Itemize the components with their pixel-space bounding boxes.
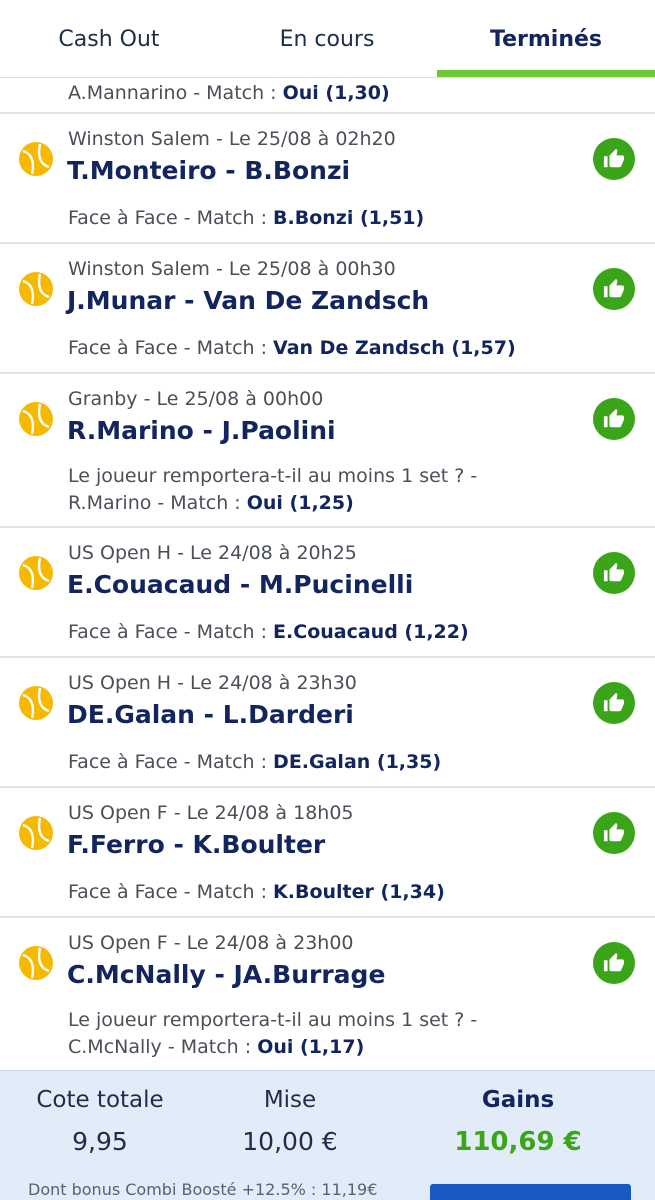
bonus-text: Dont bonus Combi Boosté +12.5% : 11,19€ — [28, 1180, 378, 1199]
bet-detail-prefix: A.Mannarino - Match : — [68, 82, 283, 104]
thumbs-up-icon — [593, 552, 635, 594]
thumbs-up-icon — [593, 138, 635, 180]
bet-detail: Face à Face - Match : E.Couacaud (1,22) — [68, 617, 469, 647]
bet-row[interactable]: US Open F - Le 24/08 à 18h05 F.Ferro - K.… — [0, 788, 655, 918]
bet-row[interactable]: US Open H - Le 24/08 à 20h25 E.Couacaud -… — [0, 528, 655, 658]
thumbs-up-icon — [593, 942, 635, 984]
thumbs-up-icon — [593, 398, 635, 440]
tab-cash-out[interactable]: Cash Out — [0, 0, 218, 78]
bet-selection: E.Couacaud (1,22) — [273, 621, 469, 643]
tennis-ball-icon — [19, 946, 53, 980]
bet-detail-prefix: C.McNally - Match : — [68, 1036, 258, 1058]
bet-selection: Oui (1,25) — [246, 492, 354, 514]
bet-row[interactable]: Winston Salem - Le 25/08 à 02h20 T.Montei… — [0, 114, 655, 244]
tennis-ball-icon — [19, 556, 53, 590]
tennis-ball-icon — [19, 272, 53, 306]
tab-en-cours[interactable]: En cours — [218, 0, 436, 78]
tennis-ball-icon — [19, 142, 53, 176]
summary-cote: Cote totale 9,95 — [0, 1087, 200, 1156]
bet-match-title: T.Monteiro - B.Bonzi — [67, 156, 351, 185]
active-tab-indicator — [437, 70, 655, 77]
cote-value: 9,95 — [72, 1127, 128, 1156]
bet-selection: K.Boulter (1,34) — [273, 881, 445, 903]
tab-termines[interactable]: Terminés — [437, 0, 655, 78]
gains-value: 110,69 € — [454, 1127, 582, 1157]
bet-selection: Oui (1,30) — [282, 82, 390, 104]
bet-row-partial[interactable]: A.Mannarino - Match : Oui (1,30) — [0, 78, 655, 114]
thumbs-up-icon — [593, 682, 635, 724]
mise-value: 10,00 € — [242, 1127, 338, 1156]
bet-detail-prefix: Face à Face - Match : — [68, 751, 274, 773]
bet-event-info: US Open H - Le 24/08 à 20h25 — [68, 542, 357, 564]
action-button[interactable] — [430, 1184, 631, 1200]
bet-row[interactable]: US Open F - Le 24/08 à 23h00 C.McNally - … — [0, 918, 655, 1072]
bet-detail-prefix: Face à Face - Match : — [68, 881, 274, 903]
thumbs-up-icon — [593, 812, 635, 854]
bet-detail: Face à Face - Match : B.Bonzi (1,51) — [68, 203, 424, 233]
bet-match-title: J.Munar - Van De Zandsch — [67, 286, 430, 315]
bet-event-info: Winston Salem - Le 25/08 à 02h20 — [68, 128, 396, 150]
bet-detail-prefix: Face à Face - Match : — [68, 337, 274, 359]
summary-mise: Mise 10,00 € — [190, 1087, 390, 1156]
bet-match-title: C.McNally - JA.Burrage — [67, 960, 386, 989]
cote-label: Cote totale — [36, 1087, 164, 1113]
summary-gains: Gains 110,69 € — [418, 1087, 618, 1157]
bet-row[interactable]: Granby - Le 25/08 à 00h00 R.Marino - J.Pa… — [0, 374, 655, 528]
bet-match-title: E.Couacaud - M.Pucinelli — [67, 570, 414, 599]
bet-market-line: Le joueur remportera-t-il au moins 1 set… — [68, 465, 478, 487]
bet-event-info: US Open F - Le 24/08 à 23h00 — [68, 932, 354, 954]
bet-detail: Face à Face - Match : Van De Zandsch (1,… — [68, 333, 516, 363]
bet-selection: B.Bonzi (1,51) — [273, 207, 425, 229]
thumbs-up-icon — [593, 268, 635, 310]
bet-match-title: R.Marino - J.Paolini — [67, 416, 336, 445]
tennis-ball-icon — [19, 816, 53, 850]
bet-detail-prefix: Face à Face - Match : — [68, 621, 274, 643]
bet-detail: A.Mannarino - Match : Oui (1,30) — [68, 78, 390, 108]
mise-label: Mise — [263, 1087, 317, 1113]
bet-detail: R.Marino - Match : Oui (1,25) — [68, 488, 354, 518]
bet-match-title: DE.Galan - L.Darderi — [67, 700, 354, 729]
bet-event-info: Granby - Le 25/08 à 00h00 — [68, 388, 324, 410]
bet-detail-prefix: R.Marino - Match : — [68, 492, 247, 514]
tennis-ball-icon — [19, 686, 53, 720]
bet-market-line: Le joueur remportera-t-il au moins 1 set… — [68, 1009, 478, 1031]
bet-selection: DE.Galan (1,35) — [273, 751, 442, 773]
bet-detail: Face à Face - Match : K.Boulter (1,34) — [68, 877, 445, 907]
bet-match-title: F.Ferro - K.Boulter — [67, 830, 326, 859]
tennis-ball-icon — [19, 402, 53, 436]
gains-label: Gains — [481, 1087, 555, 1113]
tab-bar: Cash Out En cours Terminés — [0, 0, 655, 78]
bet-detail: Face à Face - Match : DE.Galan (1,35) — [68, 747, 441, 777]
bet-selection: Van De Zandsch (1,57) — [273, 337, 516, 359]
bet-detail: C.McNally - Match : Oui (1,17) — [68, 1032, 364, 1062]
bet-row[interactable]: US Open H - Le 24/08 à 23h30 DE.Galan - L… — [0, 658, 655, 788]
bet-event-info: Winston Salem - Le 25/08 à 00h30 — [68, 258, 396, 280]
bet-event-info: US Open F - Le 24/08 à 18h05 — [68, 802, 354, 824]
bet-selection: Oui (1,17) — [257, 1036, 365, 1058]
bet-event-info: US Open H - Le 24/08 à 23h30 — [68, 672, 357, 694]
bet-detail-prefix: Face à Face - Match : — [68, 207, 274, 229]
bet-row[interactable]: Winston Salem - Le 25/08 à 00h30 J.Munar … — [0, 244, 655, 374]
